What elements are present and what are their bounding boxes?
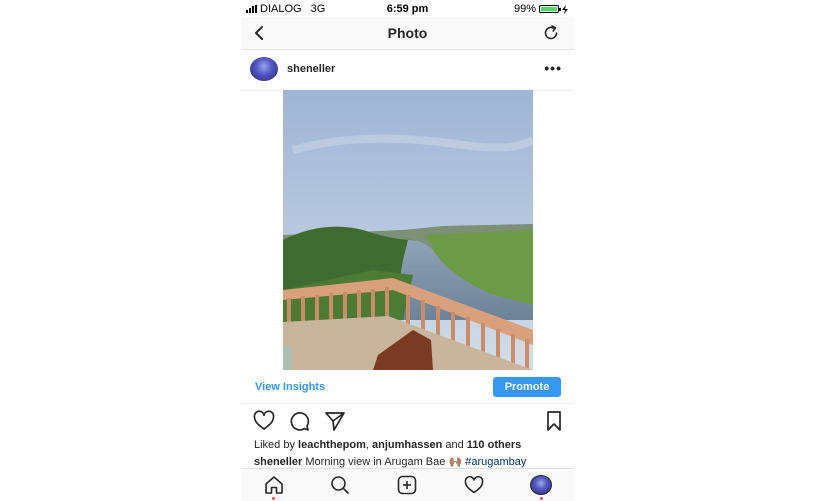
heart-icon[interactable] <box>253 410 275 432</box>
status-right: 99% <box>514 3 568 15</box>
status-bar: DIALOG 3G 6:59 pm 99% <box>241 0 574 17</box>
caption-username[interactable]: sheneller <box>254 456 302 468</box>
post-header: sheneller ••• <box>241 50 574 91</box>
search-icon[interactable] <box>330 475 350 495</box>
avatar[interactable] <box>250 57 278 81</box>
more-icon[interactable]: ••• <box>544 60 562 76</box>
page-title: Photo <box>387 25 428 41</box>
hashtag-link[interactable]: #arugambay <box>465 456 526 468</box>
view-insights-link[interactable]: View Insights <box>255 381 325 393</box>
battery-percent: 99% <box>513 3 536 15</box>
charging-icon <box>562 4 568 14</box>
likes-and: and <box>442 439 467 451</box>
share-icon[interactable] <box>324 410 346 432</box>
likes-prefix: Liked by <box>254 439 299 451</box>
battery-icon <box>539 5 561 13</box>
instagram-screen: DIALOG 3G 6:59 pm 99% Photo sheneller ••… <box>241 0 574 501</box>
comment-icon[interactable] <box>288 410 310 432</box>
home-icon[interactable] <box>264 475 284 495</box>
caption-text: Morning view in Arugam Bae 🙌🏽 <box>302 456 466 468</box>
add-icon[interactable] <box>397 475 417 495</box>
liker-link[interactable]: anjumhassen <box>372 439 442 451</box>
insights-row: View Insights Promote <box>241 373 574 404</box>
promote-button[interactable]: Promote <box>493 377 561 397</box>
post-caption: sheneller Morning view in Arugam Bae 🙌🏽 … <box>254 455 526 468</box>
liker-link[interactable]: leachthepom <box>298 439 366 451</box>
nav-header: Photo <box>241 17 574 50</box>
profile-avatar[interactable] <box>530 475 552 495</box>
post-photo[interactable] <box>283 90 533 370</box>
likes-count-link[interactable]: 110 others <box>467 439 521 451</box>
refresh-icon[interactable] <box>542 24 560 42</box>
bookmark-icon[interactable] <box>543 410 565 432</box>
heart-icon[interactable] <box>464 475 484 495</box>
post-actions <box>241 408 574 436</box>
tab-bar <box>241 468 574 501</box>
post-username[interactable]: sheneller <box>287 63 335 75</box>
likes-text: Liked by leachthepom, anjumhassen and 11… <box>254 439 521 451</box>
